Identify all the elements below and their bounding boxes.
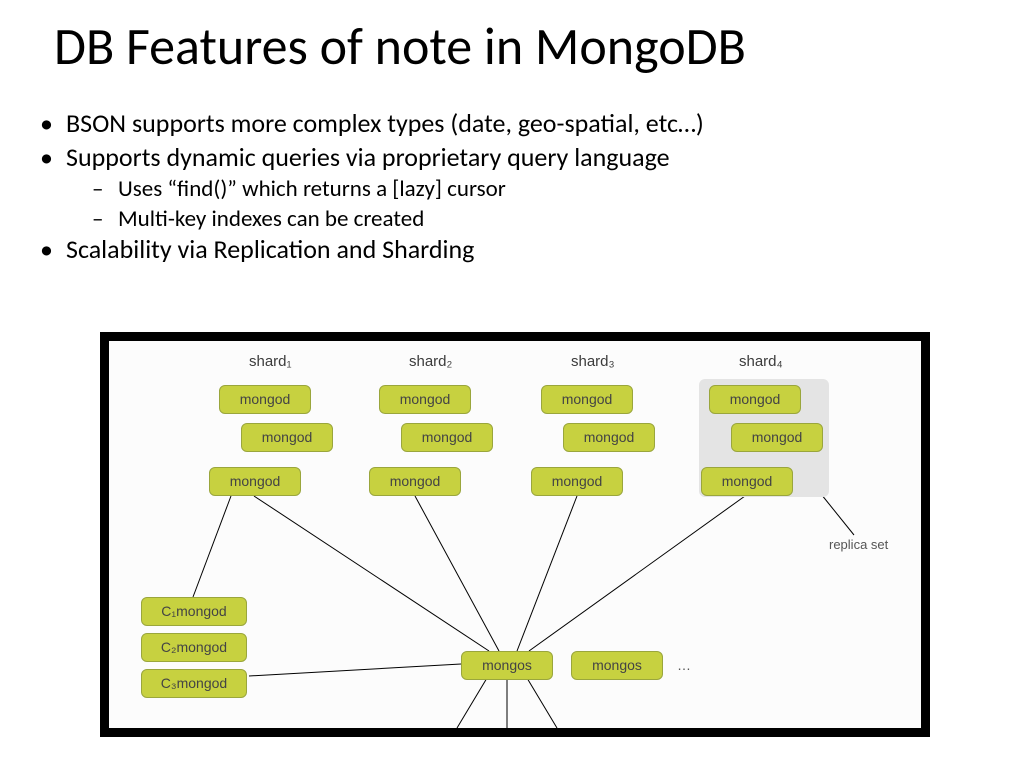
mongod-node: mongod [219, 385, 311, 414]
mongos-node: mongos [571, 651, 663, 680]
mongos-node: mongos [461, 651, 553, 680]
shard-label: shard₁ [249, 353, 292, 370]
bullet-item: BSON supports more complex types (date, … [30, 108, 704, 140]
sharding-diagram: shard₁ shard₂ shard₃ shard₄ mongod mongo… [100, 332, 930, 737]
shard-label: shard₂ [409, 353, 452, 370]
shard-label: shard₃ [571, 353, 615, 370]
bullet-item: Supports dynamic queries via proprietary… [30, 142, 704, 174]
mongod-node: mongod [731, 423, 823, 452]
replica-set-label: replica set [829, 537, 888, 552]
mongod-node: mongod [709, 385, 801, 414]
mongod-node: mongod [701, 467, 793, 496]
bullet-list: BSON supports more complex types (date, … [30, 108, 704, 267]
mongod-node: mongod [541, 385, 633, 414]
bullet-sub-item: Uses “find()” which returns a [lazy] cur… [30, 175, 704, 203]
config-mongod-node: C₂mongod [141, 633, 247, 662]
mongod-node: mongod [241, 423, 333, 452]
mongod-node: mongod [531, 467, 623, 496]
bullet-item: Scalability via Replication and Sharding [30, 234, 704, 266]
config-mongod-node: C₃mongod [141, 669, 247, 698]
config-mongod-node: C₁mongod [141, 597, 247, 626]
slide-title: DB Features of note in MongoDB [54, 14, 746, 78]
ellipsis: … [677, 657, 691, 673]
slide: DB Features of note in MongoDB BSON supp… [0, 0, 1024, 769]
mongod-node: mongod [379, 385, 471, 414]
shard-label: shard₄ [739, 353, 783, 370]
mongod-node: mongod [209, 467, 301, 496]
mongod-node: mongod [563, 423, 655, 452]
mongod-node: mongod [401, 423, 493, 452]
mongod-node: mongod [369, 467, 461, 496]
bullet-sub-item: Multi-key indexes can be created [30, 205, 704, 233]
